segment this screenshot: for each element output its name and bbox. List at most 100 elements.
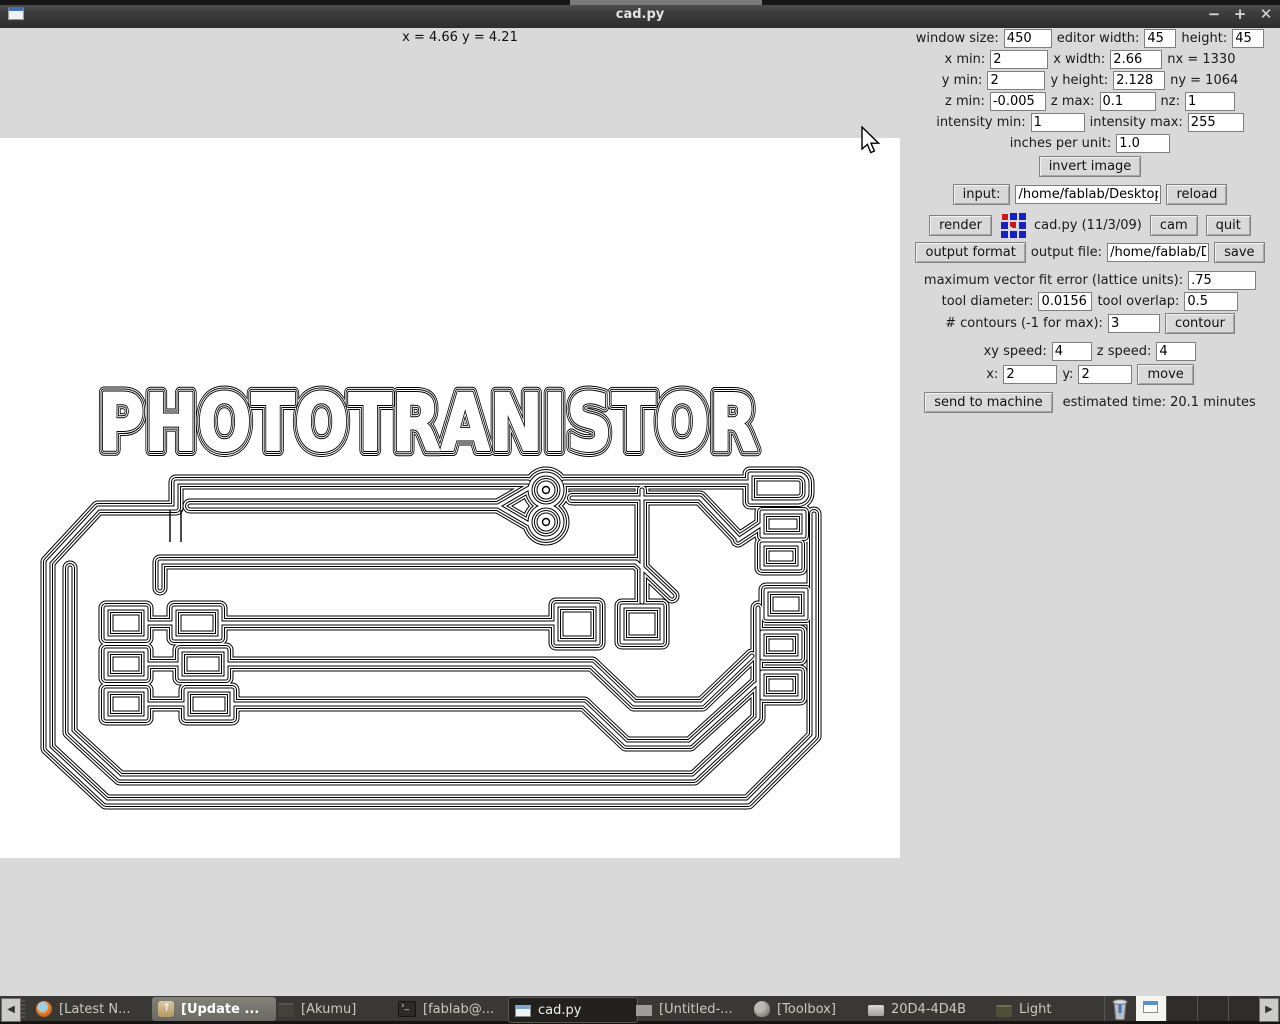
taskbar: ◀ [Latest N... [Update ... [Akumu] [fabl…: [0, 996, 1280, 1024]
taskbar-item-light[interactable]: Light: [990, 997, 1098, 1021]
quit-button[interactable]: quit: [1205, 214, 1251, 236]
screen-top-edge: [0, 0, 1280, 5]
taskbar-item-terminal[interactable]: [fablab@...: [392, 997, 516, 1021]
render-button[interactable]: render: [929, 214, 993, 236]
inches-per-unit-label: inches per unit:: [1009, 136, 1112, 151]
z-speed-field[interactable]: [1156, 342, 1197, 361]
firefox-icon: [36, 1001, 52, 1017]
taskbar-separator: [1104, 996, 1105, 1021]
reload-button[interactable]: reload: [1166, 184, 1228, 205]
y-min-field[interactable]: [987, 71, 1046, 90]
cad-canvas[interactable]: PHOTOTRANISTOR PHOTOTRANISTOR PHOTOTRANI…: [0, 138, 900, 858]
row-z: z min: z max: nz:: [900, 92, 1280, 111]
ny-readout: ny = 1064: [1170, 73, 1239, 88]
taskbar-scroll-right-button[interactable]: ▶: [1259, 998, 1279, 1022]
maximize-button[interactable]: +: [1232, 5, 1248, 23]
z-min-label: z min:: [945, 94, 985, 109]
row-send: send to machine estimated time: 20.1 min…: [900, 392, 1280, 413]
intensity-max-field[interactable]: [1187, 113, 1244, 132]
inches-per-unit-field[interactable]: [1116, 134, 1171, 153]
editor-height-label: height:: [1181, 31, 1228, 46]
fit-error-label: maximum vector fit error (lattice units)…: [923, 273, 1184, 288]
tool-overlap-field[interactable]: [1184, 292, 1239, 311]
row-speeds: xy speed: z speed:: [900, 342, 1280, 361]
cam-button[interactable]: cam: [1149, 214, 1198, 236]
x-min-field[interactable]: [990, 50, 1049, 69]
output-file-label: output file:: [1030, 245, 1103, 260]
x-field[interactable]: [1003, 365, 1058, 384]
taskbar-item-toolbox[interactable]: [Toolbox]: [748, 997, 870, 1021]
xy-speed-field[interactable]: [1051, 342, 1092, 361]
minimize-button[interactable]: −: [1206, 5, 1222, 23]
contours-field[interactable]: [1107, 314, 1160, 333]
row-x: x min: x width: nx = 1330: [900, 50, 1280, 69]
taskbar-item-update-manager[interactable]: [Update ...: [152, 997, 276, 1021]
taskbar-item-firefox[interactable]: [Latest N...: [30, 997, 160, 1021]
output-file-field[interactable]: [1107, 243, 1210, 262]
row-contours: # contours (-1 for max): contour: [900, 313, 1280, 334]
row-inches: inches per unit:: [900, 134, 1280, 153]
x-width-field[interactable]: [1110, 50, 1163, 69]
pad-hole: [541, 485, 551, 495]
version-text: cad.py (11/3/09): [1034, 217, 1142, 233]
row-tool: tool diameter: tool overlap:: [900, 292, 1280, 311]
intensity-min-field[interactable]: [1030, 113, 1085, 132]
window-icon: [515, 1005, 531, 1017]
trash-icon[interactable]: [1110, 998, 1130, 1020]
invert-image-button[interactable]: invert image: [1038, 156, 1142, 177]
z-max-field[interactable]: [1099, 92, 1156, 111]
editor-width-label: editor width:: [1056, 31, 1140, 46]
taskbar-item-untitled[interactable]: [Untitled-...: [630, 997, 756, 1021]
workspace-switcher[interactable]: [1136, 996, 1260, 1021]
save-button[interactable]: save: [1214, 242, 1265, 263]
move-button[interactable]: move: [1137, 364, 1194, 385]
svg-text:PHOTOTRANISTOR: PHOTOTRANISTOR: [98, 379, 758, 469]
workspace-2[interactable]: [1167, 996, 1198, 1021]
close-button[interactable]: ✕: [1258, 5, 1274, 23]
send-to-machine-button[interactable]: send to machine: [924, 392, 1053, 413]
row-fit-error: maximum vector fit error (lattice units)…: [900, 271, 1280, 290]
input-path-field[interactable]: [1015, 185, 1162, 204]
tool-overlap-label: tool overlap:: [1097, 294, 1180, 309]
z-speed-label: z speed:: [1096, 344, 1152, 359]
archive-icon: [278, 1003, 294, 1017]
row-output: output format output file: save: [900, 242, 1280, 263]
nz-field[interactable]: [1184, 92, 1235, 111]
window-size-field[interactable]: [1003, 29, 1052, 48]
row-input: input: reload: [900, 184, 1280, 205]
estimated-time-text: estimated time: 20.1 minutes: [1062, 395, 1256, 410]
workspace-1-current[interactable]: [1136, 996, 1167, 1021]
desktop: cad.py − + ✕ x = 4.66 y = 4.21 PHOTOTRAN…: [0, 0, 1280, 1024]
board-title: PHOTOTRANISTOR PHOTOTRANISTOR PHOTOTRANI…: [92, 373, 764, 475]
input-button[interactable]: input:: [952, 184, 1011, 205]
workspace-4[interactable]: [1229, 996, 1260, 1021]
x-label: x:: [986, 367, 999, 382]
taskbar-item-akumu[interactable]: [Akumu]: [272, 997, 398, 1021]
y-field[interactable]: [1078, 365, 1133, 384]
intensity-max-label: intensity max:: [1089, 115, 1183, 130]
taskbar-grip[interactable]: [21, 1000, 25, 1018]
row-intensity: intensity min: intensity max:: [900, 113, 1280, 132]
y-height-field[interactable]: [1113, 71, 1166, 90]
x-min-label: x min:: [944, 52, 986, 67]
pcb-traces: [48, 474, 814, 802]
y-label: y:: [1062, 367, 1074, 382]
editor-width-field[interactable]: [1144, 29, 1177, 48]
fit-error-field[interactable]: [1188, 271, 1257, 290]
drive-icon: [868, 1005, 884, 1016]
terminal-icon: [398, 1001, 416, 1017]
workspace-3[interactable]: [1198, 996, 1229, 1021]
tool-diameter-field[interactable]: [1038, 292, 1093, 311]
editor-height-field[interactable]: [1232, 29, 1265, 48]
row-move: x: y: move: [900, 364, 1280, 385]
window-size-label: window size:: [915, 31, 999, 46]
pad-hole: [541, 517, 551, 527]
output-format-button[interactable]: output format: [915, 242, 1026, 263]
workspace-window-glyph: [1143, 1001, 1158, 1013]
taskbar-item-cadpy[interactable]: cad.py: [508, 997, 638, 1023]
mouse-coordinates-readout: x = 4.66 y = 4.21: [402, 30, 518, 45]
taskbar-item-drive[interactable]: 20D4-4D4B: [862, 997, 998, 1021]
taskbar-scroll-left-button[interactable]: ◀: [1, 998, 21, 1022]
contour-button[interactable]: contour: [1164, 313, 1235, 334]
z-min-field[interactable]: [989, 92, 1046, 111]
